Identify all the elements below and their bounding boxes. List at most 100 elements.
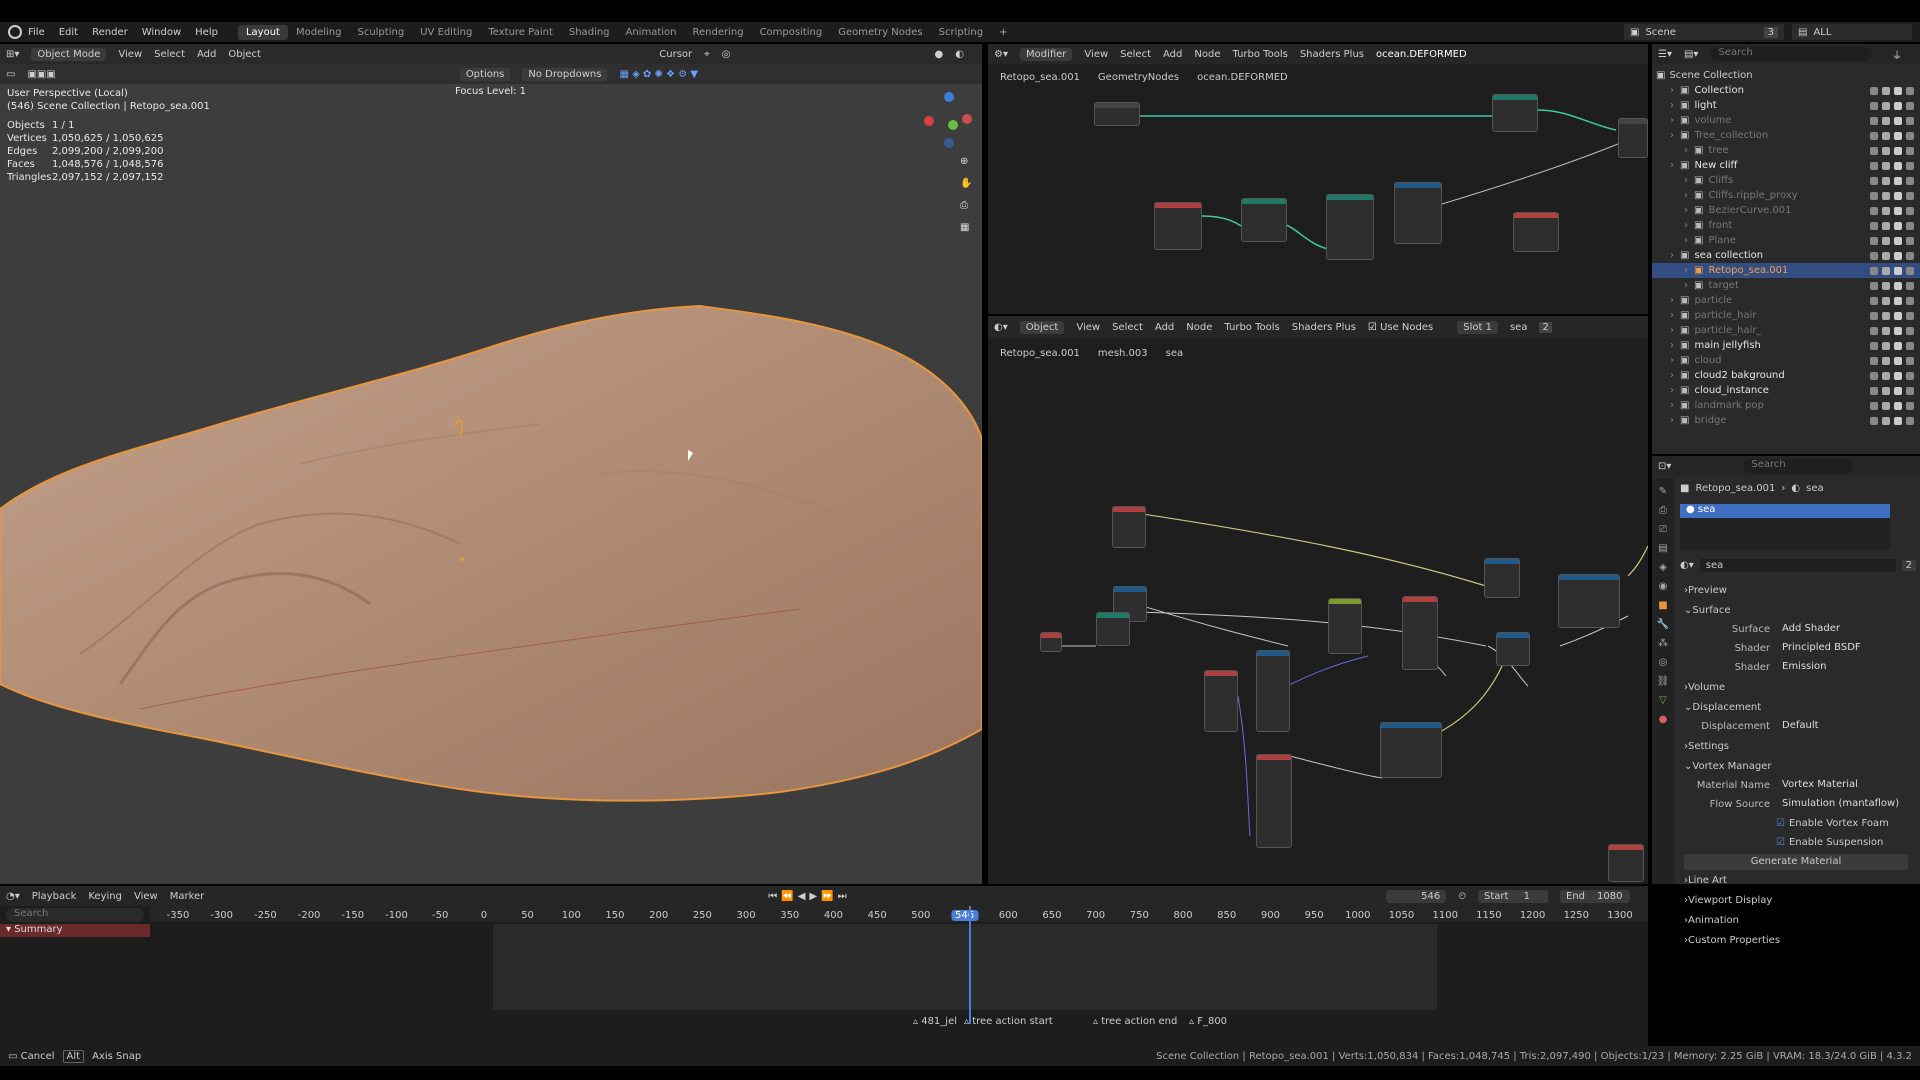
playhead[interactable] (969, 906, 971, 1024)
data-tab-icon[interactable]: ▽ (1659, 695, 1667, 706)
render-camera-icon[interactable] (1906, 86, 1914, 95)
expand-arrow-icon[interactable]: › (1670, 115, 1680, 126)
eye-icon[interactable] (1894, 206, 1902, 215)
eye-icon[interactable] (1894, 161, 1902, 170)
visibility-toggles[interactable] (1870, 236, 1914, 245)
tab-animation[interactable]: Animation (618, 25, 685, 40)
vortex-material-name[interactable]: Material Name Vortex Material (1676, 776, 1920, 795)
editor-type-icon[interactable]: ◔▾ (6, 891, 20, 902)
expand-arrow-icon[interactable]: › (1670, 100, 1680, 111)
eye-icon[interactable] (1894, 251, 1902, 260)
exclude-checkbox-icon[interactable] (1870, 221, 1878, 230)
scene-tab-icon[interactable]: ◈ (1659, 562, 1667, 573)
marker[interactable]: ▵ tree action end (1093, 1016, 1177, 1027)
visibility-toggles[interactable] (1870, 146, 1914, 155)
vortex-flow-source[interactable]: Flow Source Simulation (mantaflow) (1676, 795, 1920, 814)
visibility-toggles[interactable] (1870, 116, 1914, 125)
eye-icon[interactable] (1894, 86, 1902, 95)
selectable-icon[interactable] (1882, 161, 1890, 170)
visibility-toggles[interactable] (1870, 176, 1914, 185)
section-vortex-manager[interactable]: ⌄ Vortex Manager (1676, 756, 1920, 776)
tab-modeling[interactable]: Modeling (288, 25, 350, 40)
visibility-toggles[interactable] (1870, 311, 1914, 320)
visibility-toggles[interactable] (1870, 401, 1914, 410)
outliner-item[interactable]: › ▣ particle (1652, 293, 1920, 308)
exclude-checkbox-icon[interactable] (1870, 86, 1878, 95)
eye-icon[interactable] (1894, 281, 1902, 290)
render-camera-icon[interactable] (1906, 296, 1914, 305)
material-slot-item[interactable]: ● sea (1680, 504, 1890, 518)
exclude-checkbox-icon[interactable] (1870, 191, 1878, 200)
exclude-checkbox-icon[interactable] (1870, 206, 1878, 215)
render-camera-icon[interactable] (1906, 326, 1914, 335)
selectable-icon[interactable] (1882, 146, 1890, 155)
shader-node[interactable] (1380, 722, 1442, 778)
enable-suspension-checkbox[interactable]: ☑ Enable Suspension (1676, 833, 1920, 852)
exclude-checkbox-icon[interactable] (1870, 161, 1878, 170)
expand-arrow-icon[interactable]: › (1684, 205, 1694, 216)
exclude-checkbox-icon[interactable] (1870, 146, 1878, 155)
visibility-toggles[interactable] (1870, 296, 1914, 305)
exclude-checkbox-icon[interactable] (1870, 116, 1878, 125)
expand-arrow-icon[interactable]: › (1670, 295, 1680, 306)
exclude-checkbox-icon[interactable] (1870, 101, 1878, 110)
outliner-item[interactable]: › ▣ bridge (1652, 413, 1920, 428)
visibility-toggles[interactable] (1870, 251, 1914, 260)
timeline-ruler[interactable]: -350 -300 -250 -200 -150 -100 -50 0 50 100 150 200 2… (150, 906, 1648, 922)
exclude-checkbox-icon[interactable] (1870, 311, 1878, 320)
grid-toggle-icon[interactable]: ▦ (960, 222, 969, 233)
outliner-item[interactable]: › ▣ light (1652, 98, 1920, 113)
eye-icon[interactable] (1894, 131, 1902, 140)
eye-icon[interactable] (1894, 386, 1902, 395)
outliner-item[interactable]: › ▣ cloud (1652, 353, 1920, 368)
selectable-icon[interactable] (1882, 296, 1890, 305)
material-slot-list[interactable]: ● sea (1680, 504, 1890, 550)
tab-texture-paint[interactable]: Texture Paint (480, 25, 561, 40)
shader-node[interactable] (1256, 754, 1292, 848)
tab-scripting[interactable]: Scripting (931, 25, 991, 40)
render-camera-icon[interactable] (1906, 341, 1914, 350)
material-tab-icon[interactable]: ● (1659, 714, 1668, 725)
render-camera-icon[interactable] (1906, 371, 1914, 380)
eye-icon[interactable] (1894, 296, 1902, 305)
navigation-gizmo[interactable] (918, 92, 978, 152)
eye-icon[interactable] (1894, 266, 1902, 275)
view-layer-tab-icon[interactable]: ▤ (1658, 543, 1667, 554)
exclude-checkbox-icon[interactable] (1870, 251, 1878, 260)
properties-search[interactable]: Search (1743, 459, 1854, 473)
section-preview[interactable]: › Preview (1676, 580, 1920, 600)
render-tab-icon[interactable]: ⎙ (1659, 505, 1667, 516)
expand-arrow-icon[interactable]: › (1684, 280, 1694, 291)
group-output-node[interactable] (1618, 118, 1648, 158)
eye-icon[interactable] (1894, 176, 1902, 185)
eye-icon[interactable] (1894, 221, 1902, 230)
selectable-icon[interactable] (1882, 386, 1890, 395)
visibility-toggles[interactable] (1870, 86, 1914, 95)
start-frame-field[interactable]: Start 1 (1478, 889, 1548, 903)
render-camera-icon[interactable] (1906, 251, 1914, 260)
timeline-menu-keying[interactable]: Keying (88, 891, 122, 902)
selectable-icon[interactable] (1882, 131, 1890, 140)
selectable-icon[interactable] (1882, 281, 1890, 290)
section-displacement[interactable]: ⌄ Displacement (1676, 697, 1920, 717)
expand-arrow-icon[interactable]: › (1670, 340, 1680, 351)
section-surface[interactable]: ⌄ Surface (1676, 600, 1920, 620)
exclude-checkbox-icon[interactable] (1870, 176, 1878, 185)
3d-viewport[interactable]: ⊞▾ Object Mode View Select Add Object Cu… (0, 44, 982, 884)
menu-file[interactable]: File (28, 27, 45, 38)
selectable-icon[interactable] (1882, 416, 1890, 425)
exclude-checkbox-icon[interactable] (1870, 131, 1878, 140)
expand-arrow-icon[interactable]: › (1670, 250, 1680, 261)
selectable-icon[interactable] (1882, 341, 1890, 350)
exclude-checkbox-icon[interactable] (1870, 371, 1878, 380)
section-viewport-display[interactable]: › Viewport Display (1676, 890, 1920, 910)
visibility-toggles[interactable] (1870, 341, 1914, 350)
outliner-item[interactable]: › ▣ Cliffs.ripple_proxy (1652, 188, 1920, 203)
view-layer-selector[interactable]: ▤ ALL (1792, 24, 1912, 40)
shader-node[interactable] (1402, 596, 1438, 670)
expand-arrow-icon[interactable]: › (1670, 400, 1680, 411)
add-workspace-icon[interactable]: + (991, 25, 1015, 40)
shader-node[interactable] (1096, 612, 1130, 646)
visibility-toggles[interactable] (1870, 101, 1914, 110)
render-camera-icon[interactable] (1906, 101, 1914, 110)
